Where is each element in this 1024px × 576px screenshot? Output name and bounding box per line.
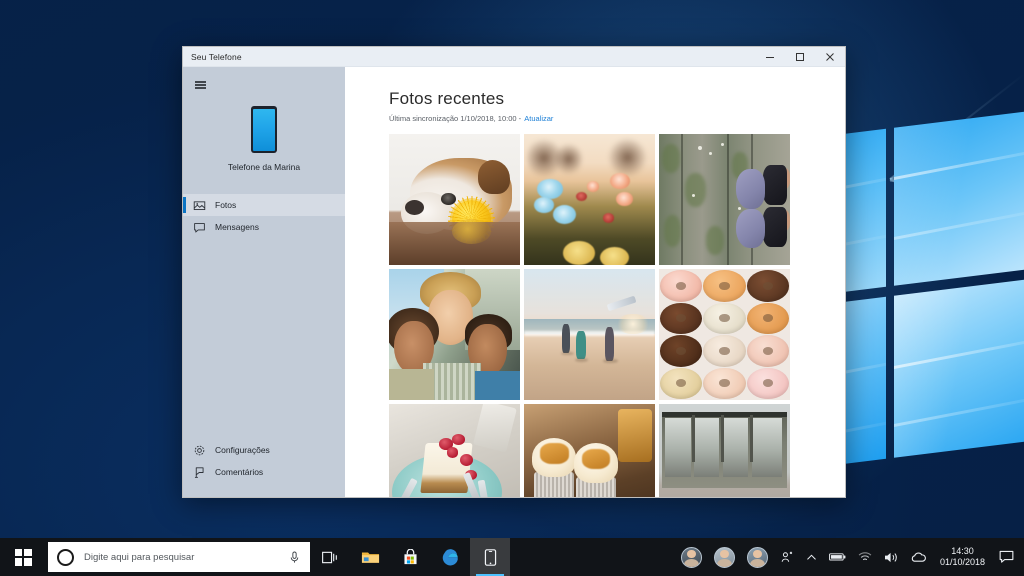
search-placeholder: Digite aqui para pesquisar (84, 551, 195, 563)
photo-thumbnail[interactable]: Pés com sandálias em calçada de pedra (659, 134, 790, 265)
refresh-link[interactable]: Atualizar (524, 114, 553, 123)
photo-thumbnail[interactable]: Fachada de loja com mesas (659, 404, 790, 497)
minimize-button[interactable] (755, 47, 785, 67)
your-phone-window: Seu Telefone Telefone da Marina Fotos Me… (182, 46, 846, 498)
device-summary: Telefone da Marina (183, 106, 345, 172)
people-icon[interactable] (774, 538, 800, 576)
clock-date: 01/10/2018 (939, 557, 985, 567)
file-explorer-icon[interactable] (350, 538, 390, 576)
sidebar-item-fotos[interactable]: Fotos (183, 194, 345, 216)
gear-icon (193, 444, 206, 457)
system-tray: 14:30 01/10/2018 (675, 538, 1024, 576)
sidebar-item-configuracoes[interactable]: Configurações (183, 439, 345, 461)
photo-thumbnail[interactable]: Cupcakes com cobertura de caramelo (524, 404, 655, 497)
cortana-icon (57, 548, 74, 566)
photos-icon (193, 199, 206, 212)
tray-contact-3[interactable] (741, 538, 774, 576)
photos-page: Fotos recentes Última sincronização 1/10… (345, 67, 845, 497)
search-input[interactable]: Digite aqui para pesquisar (48, 542, 310, 572)
logo-tile (894, 277, 1024, 458)
window-title: Seu Telefone (191, 51, 242, 62)
avatar (713, 546, 735, 568)
desktop: Seu Telefone Telefone da Marina Fotos Me… (0, 0, 1024, 576)
photo-grid: Bulldog com bola amarela (389, 134, 817, 497)
battery-icon[interactable] (823, 538, 852, 576)
photo-thumbnail[interactable]: Grade de rosquinhas decoradas (659, 269, 790, 400)
logo-tile (894, 109, 1024, 286)
your-phone-icon[interactable] (470, 538, 510, 576)
feedback-icon (193, 466, 206, 479)
avatar (746, 546, 768, 568)
tray-contact-2[interactable] (708, 538, 741, 576)
action-center-icon[interactable] (993, 538, 1024, 576)
microphone-icon[interactable] (289, 551, 300, 564)
start-button[interactable] (0, 538, 46, 576)
edge-icon[interactable] (430, 538, 470, 576)
wifi-icon[interactable] (852, 538, 878, 576)
photo-thumbnail[interactable]: Crianças empinando pipa na praia (524, 269, 655, 400)
sidebar-item-label: Fotos (215, 200, 237, 210)
photo-thumbnail[interactable]: Bulldog com bola amarela (389, 134, 520, 265)
photo-thumbnail[interactable]: Fatia de cheesecake com frutas vermelhas (389, 404, 520, 497)
tray-contact-1[interactable] (675, 538, 708, 576)
onedrive-icon[interactable] (905, 538, 932, 576)
sidebar-nav-main: Fotos Mensagens (183, 194, 345, 238)
hamburger-icon[interactable] (183, 70, 217, 100)
photo-thumbnail[interactable]: Selfie de família (389, 269, 520, 400)
phone-icon (251, 106, 277, 153)
sidebar-item-comentarios[interactable]: Comentários (183, 461, 345, 483)
windows-logo-icon (14, 548, 32, 566)
sidebar-item-label: Configurações (215, 445, 270, 455)
sidebar-item-mensagens[interactable]: Mensagens (183, 216, 345, 238)
sync-status: Última sincronização 1/10/2018, 10:00 - … (389, 114, 817, 123)
sync-status-text: Última sincronização 1/10/2018, 10:00 - (389, 114, 524, 123)
sidebar-item-label: Comentários (215, 467, 264, 477)
volume-icon[interactable] (878, 538, 905, 576)
window-titlebar[interactable]: Seu Telefone (183, 47, 845, 67)
taskbar-clock[interactable]: 14:30 01/10/2018 (932, 538, 993, 576)
device-name: Telefone da Marina (227, 162, 301, 172)
photo-thumbnail[interactable]: Campo de flores ao pôr do sol (524, 134, 655, 265)
message-icon (193, 221, 206, 234)
window-body: Telefone da Marina Fotos Mensagens Confi… (183, 67, 845, 497)
clock-time: 14:30 (951, 546, 974, 557)
taskbar: Digite aqui para pesquisar 14:30 01/10/2… (0, 538, 1024, 576)
task-view-icon[interactable] (310, 538, 350, 576)
page-title: Fotos recentes (389, 89, 505, 108)
maximize-button[interactable] (785, 47, 815, 67)
sidebar-item-label: Mensagens (215, 222, 259, 232)
chevron-up-icon[interactable] (800, 538, 823, 576)
microsoft-store-icon[interactable] (390, 538, 430, 576)
close-button[interactable] (815, 47, 845, 67)
avatar (680, 546, 702, 568)
sidebar-nav-bottom: Configurações Comentários (183, 439, 345, 483)
navigation-sidebar: Telefone da Marina Fotos Mensagens Confi… (183, 67, 345, 497)
